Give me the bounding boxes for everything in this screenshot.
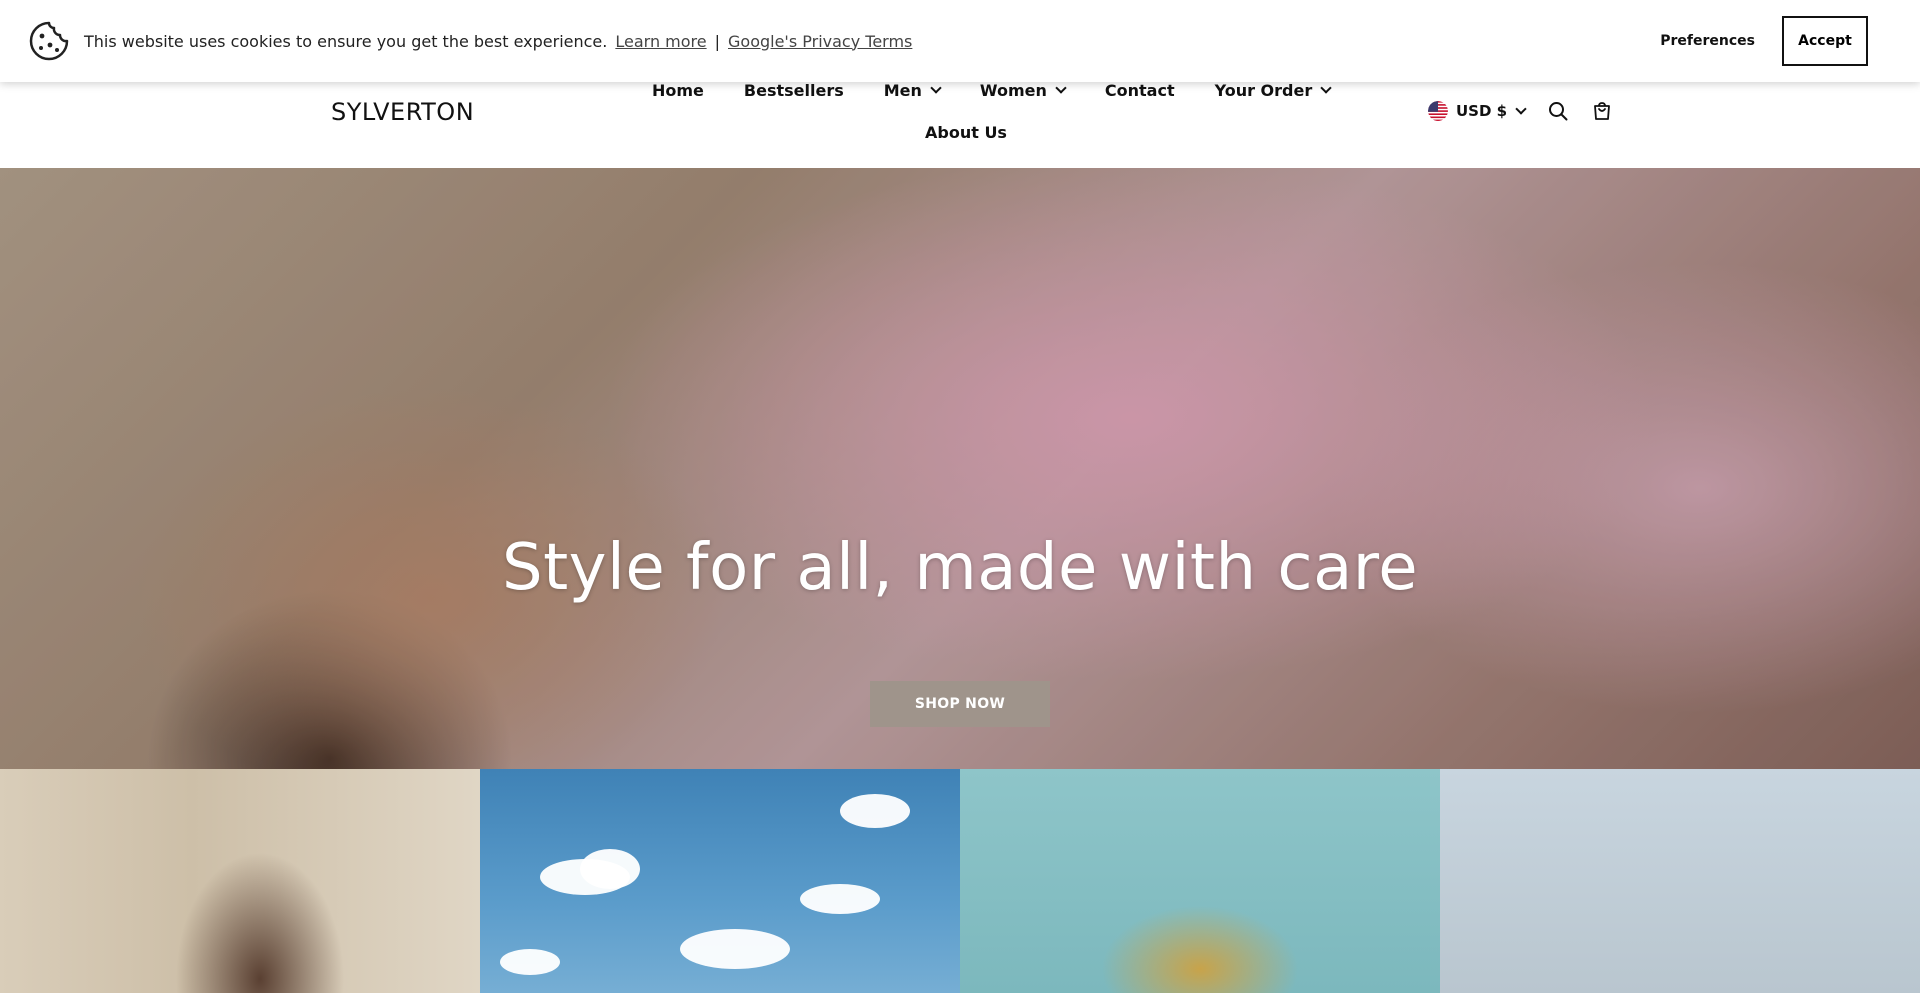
nav-item-women[interactable]: Women [979,80,1067,100]
cookie-icon [29,21,69,61]
nav-item-label: Women [979,80,1047,100]
category-tile-image[interactable] [960,769,1440,993]
us-flag-icon [1428,101,1448,121]
header-utilities: USD $ [1428,100,1613,122]
category-tile-image[interactable] [1440,769,1920,993]
hero-image [0,168,1920,769]
category-tile-image[interactable] [0,769,480,993]
main-nav-row-2: About Us [925,123,1047,142]
nav-item-your-order[interactable]: Your Order [1214,80,1332,100]
chevron-down-icon [1515,103,1527,115]
category-tile-image[interactable] [480,769,960,993]
nav-item-label: Your Order [1214,80,1313,100]
category-tiles [0,769,1920,993]
chevron-down-icon [1055,82,1067,94]
site-header: SYLVERTON Home Bestsellers Men Women Con… [0,80,1920,168]
nav-item-label: Men [883,80,922,100]
nav-item-label: Bestsellers [743,80,844,100]
nav-item-about-us[interactable]: About Us [925,123,1007,142]
nav-item-contact[interactable]: Contact [1105,81,1175,100]
privacy-terms-link[interactable]: Google's Privacy Terms [728,32,912,51]
main-nav: Home Bestsellers Men Women Contact Your … [652,80,1370,100]
search-icon[interactable] [1547,100,1569,122]
link-separator: | [714,31,720,51]
cookie-banner: This website uses cookies to ensure you … [0,0,1920,82]
chevron-down-icon [930,82,942,94]
nav-item-label: Home [652,80,704,100]
accept-button[interactable]: Accept [1782,16,1868,66]
hero-banner: Style for all, made with care SHOP NOW [0,168,1920,769]
site-logo[interactable]: SYLVERTON [331,98,474,126]
nav-item-men[interactable]: Men [883,80,942,100]
chevron-down-icon [1320,82,1332,94]
nav-item-home[interactable]: Home [652,81,704,100]
cookie-message: This website uses cookies to ensure you … [84,31,608,51]
cookie-actions: Preferences Accept [1660,16,1892,66]
shop-now-button[interactable]: SHOP NOW [870,681,1050,727]
nav-item-bestsellers[interactable]: Bestsellers [744,81,844,100]
preferences-button[interactable]: Preferences [1660,33,1755,49]
nav-item-label: About Us [925,122,1007,142]
hero-title: Style for all, made with care [501,531,1419,605]
currency-label: USD $ [1456,102,1508,120]
learn-more-link[interactable]: Learn more [615,32,706,51]
nav-item-label: Contact [1104,80,1175,100]
currency-selector[interactable]: USD $ [1428,101,1527,121]
cart-icon[interactable] [1591,100,1613,122]
